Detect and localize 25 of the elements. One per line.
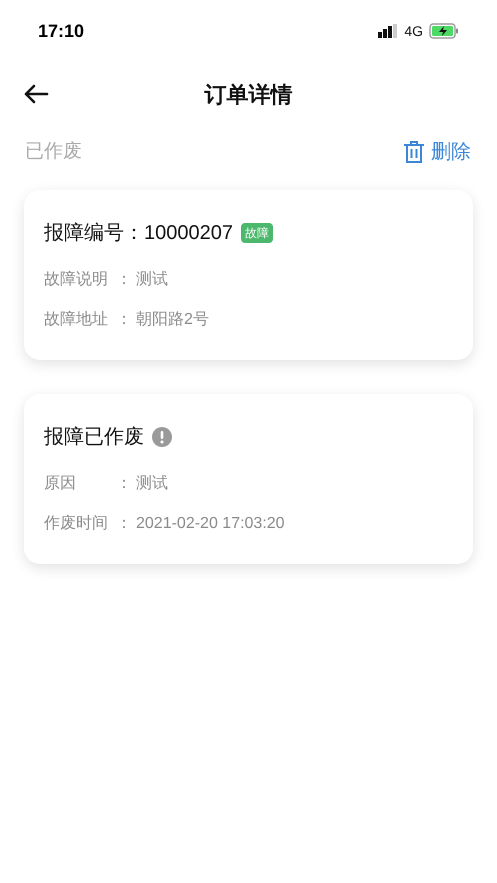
- field-value: 2021-02-20 17:03:20: [136, 514, 285, 534]
- field-separator: ：: [115, 270, 133, 290]
- field-value: 测试: [136, 270, 168, 290]
- status-tag: 故障: [240, 223, 273, 243]
- field-separator: ：: [115, 474, 133, 494]
- back-arrow-icon: [23, 83, 49, 105]
- delete-button[interactable]: 删除: [403, 137, 471, 167]
- field-label: 故障说明: [44, 270, 109, 290]
- field-separator: ：: [115, 310, 133, 330]
- field-label: 作废时间: [44, 514, 109, 534]
- order-status: 已作废: [25, 140, 82, 164]
- network-label: 4G: [404, 22, 423, 40]
- card-title: 报障已作废: [44, 425, 144, 450]
- field-label: 故障地址: [44, 310, 109, 330]
- field-value: 测试: [136, 474, 168, 494]
- status-time: 17:10: [38, 20, 84, 42]
- page-title: 订单详情: [204, 80, 292, 108]
- signal-icon: [378, 24, 398, 38]
- trash-icon: [403, 140, 425, 164]
- exclamation-icon: [152, 427, 172, 447]
- field-label: 原因: [44, 474, 77, 494]
- card-title: 报障编号：10000207: [44, 221, 233, 246]
- field-separator: ：: [115, 514, 133, 534]
- field-value: 朝阳路2号: [136, 310, 209, 330]
- battery-charging-icon: [429, 23, 459, 39]
